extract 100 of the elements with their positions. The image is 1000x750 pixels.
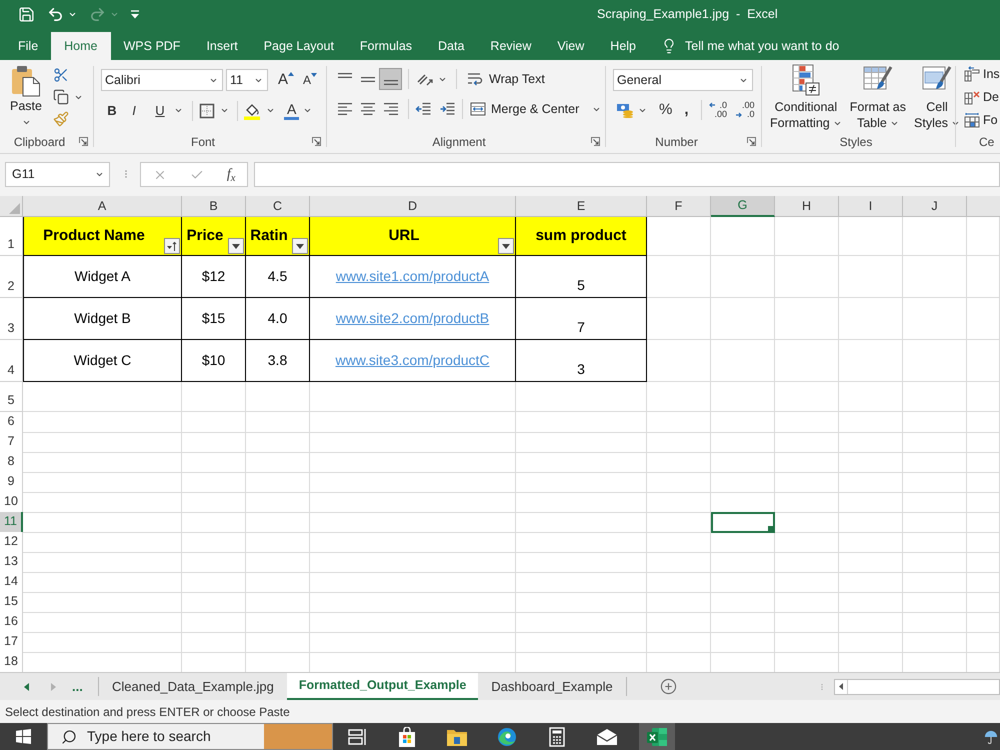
paint-bucket-icon[interactable] (243, 102, 261, 120)
conditional-formatting-button[interactable]: Conditional Formatting (768, 64, 844, 131)
ribbon-tab[interactable]: Review (477, 32, 544, 60)
filter-button[interactable] (228, 238, 244, 254)
paste-button[interactable]: Paste (5, 65, 47, 127)
ribbon-tab[interactable]: Formulas (346, 32, 426, 60)
ribbon-tab[interactable]: Data (425, 32, 478, 60)
bold-button[interactable]: B (101, 100, 123, 121)
row-header[interactable]: 10 (0, 492, 23, 513)
ribbon-tab[interactable]: Home (51, 32, 110, 60)
ribbon-tab[interactable]: File (5, 32, 52, 60)
caret-icon[interactable] (95, 170, 104, 179)
undo-icon[interactable] (47, 6, 64, 22)
search-bar[interactable]: Type here to search (47, 723, 333, 750)
more-sheets-button[interactable]: ... (72, 676, 83, 696)
name-box[interactable]: G11 (5, 162, 110, 187)
row-header[interactable]: 14 (0, 572, 23, 593)
formula-input[interactable] (254, 162, 1000, 187)
column-header[interactable]: H (775, 196, 839, 217)
sheet-tab[interactable]: Dashboard_Example (478, 673, 626, 700)
delete-cells-button[interactable]: De (964, 88, 999, 106)
triangle-left-icon[interactable] (839, 683, 843, 690)
italic-button[interactable]: I (123, 100, 145, 121)
decrease-decimal-button[interactable]: .00 .0 (736, 101, 755, 119)
shrink-font-button[interactable]: A (303, 73, 318, 87)
grid-cell (182, 572, 246, 593)
ribbon-tab[interactable]: WPS PDF (110, 32, 194, 60)
row-header[interactable]: 8 (0, 452, 23, 473)
customize-icon[interactable] (131, 10, 139, 18)
decrease-indent-icon[interactable] (415, 101, 432, 117)
font-color-button[interactable]: A (284, 102, 300, 120)
column-header[interactable]: I (839, 196, 903, 217)
dialog-launcher-icon[interactable] (747, 137, 756, 146)
filter-button[interactable] (292, 238, 308, 254)
row-header[interactable]: 11 (0, 512, 23, 533)
grid-cell (711, 298, 775, 340)
row-header[interactable]: 2 (0, 256, 23, 298)
triangle-left-icon[interactable] (24, 682, 29, 690)
row-header[interactable]: 12 (0, 532, 23, 553)
ribbon-tab[interactable]: View (544, 32, 598, 60)
grid-cell (182, 452, 246, 473)
font-size-dropdown[interactable]: 11 (226, 69, 268, 91)
format-as-table-button[interactable]: Format as Table (848, 64, 908, 131)
dialog-launcher-icon[interactable] (312, 137, 321, 146)
sheet-tab[interactable]: Cleaned_Data_Example.jpg (99, 673, 287, 700)
grid-cell (903, 340, 967, 382)
merge-center-button[interactable]: Merge & Center (470, 100, 602, 118)
row-header[interactable]: 15 (0, 592, 23, 613)
cell-cursor[interactable] (711, 512, 775, 533)
search-input[interactable]: Type here to search (87, 726, 247, 747)
filter-button[interactable] (498, 238, 514, 254)
horizontal-scrollbar[interactable] (834, 678, 1000, 694)
dialog-launcher-icon[interactable] (79, 137, 88, 146)
caret-icon[interactable] (266, 106, 275, 115)
cell-styles-button[interactable]: Cell Styles (912, 64, 962, 131)
row-header[interactable]: 18 (0, 652, 23, 673)
ribbon-tab[interactable]: Page Layout (250, 32, 347, 60)
increase-decimal-button[interactable]: .0 .00 (708, 101, 728, 119)
underline-button[interactable]: U (149, 100, 171, 121)
border-icon[interactable] (199, 102, 215, 118)
number-format-dropdown[interactable]: General (613, 69, 753, 91)
insert-function-button[interactable]: f$_{x}$ (226, 164, 236, 185)
copy-icon[interactable] (53, 89, 69, 105)
row-header[interactable]: 13 (0, 552, 23, 573)
scissors-icon[interactable] (53, 67, 69, 83)
caret-icon[interactable] (22, 118, 30, 127)
money-icon[interactable] (616, 102, 634, 118)
caret-icon[interactable] (174, 106, 183, 115)
umbrella-icon[interactable] (984, 730, 998, 744)
sort-filter-button[interactable] (164, 238, 180, 254)
row-header[interactable]: 5 (0, 382, 23, 412)
fill-handle[interactable] (768, 526, 773, 531)
row-header[interactable]: 7 (0, 432, 23, 453)
align-bottom-button[interactable] (379, 68, 402, 90)
plus-circle-icon[interactable] (660, 678, 677, 695)
ribbon-tab[interactable]: Help (597, 32, 650, 60)
column-header[interactable]: J (903, 196, 967, 217)
row-header[interactable]: 3 (0, 298, 23, 340)
format-cells-button[interactable]: Fo (964, 111, 998, 129)
insert-cells-button[interactable]: Ins (964, 65, 1000, 83)
spreadsheet-x-icon (646, 726, 668, 746)
percent-button[interactable]: % (659, 98, 672, 122)
increase-indent-icon[interactable] (439, 101, 456, 117)
row-header[interactable]: 16 (0, 612, 23, 633)
dialog-launcher-icon[interactable] (591, 137, 600, 146)
column-header[interactable]: G (711, 196, 775, 217)
font-name-dropdown[interactable]: Calibri (101, 69, 223, 91)
comma-button[interactable]: , (684, 98, 689, 122)
tell-me-input[interactable]: Tell me what you want to do (685, 36, 860, 56)
sheet-tab[interactable]: Formatted_Output_Example (286, 673, 478, 700)
row-header[interactable]: 17 (0, 632, 23, 653)
ribbon-tab[interactable]: Insert (193, 32, 251, 60)
row-header[interactable]: 9 (0, 472, 23, 493)
row-header[interactable]: 1 (0, 217, 23, 256)
grow-font-button[interactable]: A (278, 72, 294, 88)
caret-icon[interactable] (303, 106, 312, 115)
wrap-text-button[interactable]: Wrap Text (467, 70, 545, 88)
save-icon[interactable] (18, 6, 35, 22)
caret-icon[interactable] (220, 106, 229, 115)
row-header[interactable]: 4 (0, 340, 23, 382)
